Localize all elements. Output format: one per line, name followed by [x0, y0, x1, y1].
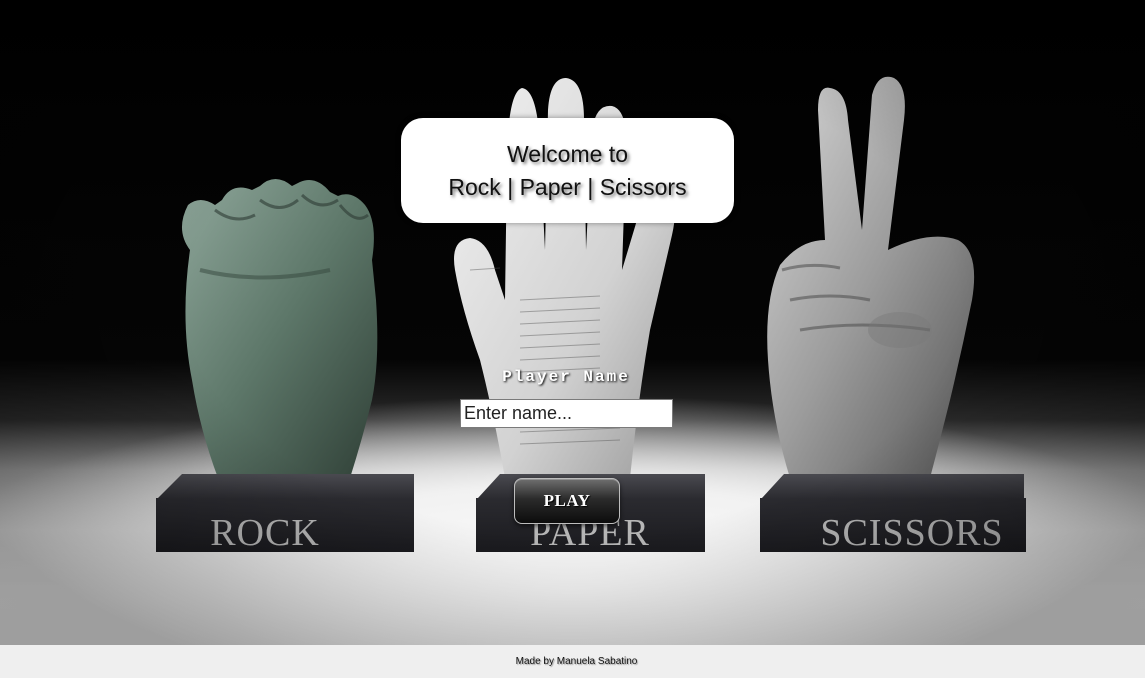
scissors-plinth: SCISSORS	[760, 474, 1026, 554]
rock-plinth: ROCK	[156, 474, 414, 554]
hand-sculptures-illustration: ROCK PAPER SCISSORS	[156, 76, 1026, 554]
rock-plinth-label: ROCK	[210, 512, 320, 554]
player-name-label: Player Name	[502, 368, 630, 386]
welcome-title-line1: Welcome to	[506, 140, 628, 167]
play-button[interactable]: PLAY	[514, 478, 620, 524]
game-stage: ROCK PAPER SCISSORS	[0, 0, 1145, 645]
footer: Made by Manuela Sabatino	[0, 645, 1145, 678]
welcome-title-line2: Rock | Paper | Scissors	[448, 173, 687, 200]
player-name-input[interactable]	[460, 399, 673, 428]
welcome-card: Welcome to Rock | Paper | Scissors	[401, 118, 734, 223]
scissors-hand	[767, 76, 975, 479]
footer-credit: Made by Manuela Sabatino	[515, 656, 638, 667]
rock-hand	[181, 179, 378, 478]
scissors-plinth-label: SCISSORS	[820, 512, 1003, 554]
